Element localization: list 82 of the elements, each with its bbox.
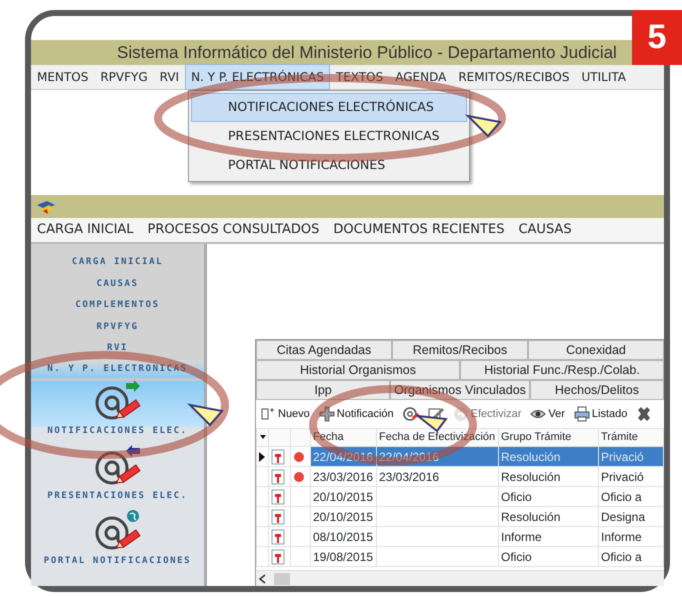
- sidebar-link[interactable]: COMPLEMENTOS: [31, 295, 204, 316]
- table-row[interactable]: 23/03/2016 23/03/2016 Resolución Privació: [256, 466, 664, 486]
- status-dot-icon: [293, 471, 305, 484]
- table-cell: Designa: [598, 506, 664, 526]
- table-cell: Oficio a: [598, 546, 664, 566]
- menu-item[interactable]: REMITOS/RECIBOS: [452, 64, 576, 90]
- plus-icon: [318, 406, 335, 422]
- menu-item[interactable]: RPVFYG: [94, 64, 154, 90]
- table-cell: Oficio: [498, 486, 598, 506]
- table-cell: Privació: [598, 446, 664, 466]
- document-icon: [271, 509, 285, 526]
- column-header[interactable]: Trámite: [598, 428, 664, 446]
- table-row[interactable]: 20/10/2015 Resolución Designa: [256, 506, 664, 526]
- sidebar-app-label: PRESENTACIONES ELEC.: [47, 490, 188, 503]
- delete-icon[interactable]: [636, 406, 652, 422]
- document-icon: [271, 469, 285, 486]
- toolbar-button[interactable]: Notificación: [318, 406, 394, 422]
- sidebar-link[interactable]: RVI: [31, 338, 204, 360]
- arrow-circle-icon: [452, 406, 469, 422]
- document-icon: [271, 549, 285, 566]
- new-document-icon: [260, 406, 276, 422]
- tab[interactable]: Conexidad: [528, 340, 664, 360]
- toolbar-button[interactable]: Nuevo: [260, 406, 310, 422]
- scrollbar-thumb[interactable]: [274, 572, 290, 584]
- table-cell: Informe: [598, 526, 664, 546]
- sidebar-app-label: PORTAL NOTIFICACIONES: [44, 555, 192, 568]
- menu-item[interactable]: PRESENTACIONES ELECTRONICAS: [191, 122, 467, 150]
- table-cell: Oficio a: [598, 486, 664, 506]
- sidebar-link[interactable]: CARGA INICIAL: [31, 252, 204, 274]
- menu-item[interactable]: AGENDA: [389, 64, 452, 90]
- document-icon: [271, 489, 285, 506]
- table-cell: 08/10/2015: [310, 526, 376, 546]
- row-pointer-icon: [259, 452, 265, 462]
- sidebar-link[interactable]: RPVFYG: [31, 316, 204, 338]
- status-dot-icon: [293, 451, 305, 464]
- sidebar-link[interactable]: CAUSAS: [31, 274, 204, 295]
- tab[interactable]: Ipp: [256, 380, 390, 400]
- table-cell: Privació: [598, 466, 664, 486]
- table-cell: Resolución: [498, 506, 598, 526]
- toolbar-button[interactable]: Ver: [530, 406, 565, 422]
- menu-item[interactable]: DOCUMENTOS RECIENTES: [333, 220, 504, 240]
- document-icon: [271, 449, 285, 466]
- table-row[interactable]: 19/08/2015 Oficio Oficio a: [256, 546, 664, 566]
- column-header[interactable]: Grupo Trámite: [498, 428, 598, 446]
- table-row[interactable]: 20/10/2015 Oficio Oficio a: [256, 486, 664, 506]
- menu-item[interactable]: NOTIFICACIONES ELECTRÓNICAS: [191, 93, 467, 122]
- app-logo-icon: [35, 198, 57, 214]
- at-sign-pencil-icon[interactable]: [402, 406, 419, 422]
- table-cell: 22/04/2016: [310, 446, 376, 466]
- menu-item[interactable]: PORTAL NOTIFICACIONES: [191, 150, 467, 180]
- sidebar-app-label: NOTIFICACIONES ELEC.: [47, 425, 188, 438]
- column-header[interactable]: Fecha de Efectivización: [376, 428, 498, 446]
- pointer-cursor-icon: [465, 114, 502, 138]
- sidebar-app-item[interactable]: PRESENTACIONES ELEC.: [31, 446, 204, 510]
- tab[interactable]: Historial Func./Resp./Colab.: [460, 360, 664, 380]
- table-cell: 20/10/2015: [310, 506, 376, 526]
- menu-item[interactable]: CAUSAS: [518, 220, 572, 240]
- table-row[interactable]: 08/10/2015 Informe Informe: [256, 526, 664, 546]
- sidebar-app-item[interactable]: PORTAL NOTIFICACIONES: [31, 510, 204, 576]
- table-cell: Informe: [498, 526, 598, 546]
- menu-item[interactable]: CARGA INICIAL: [37, 220, 134, 240]
- menu-item[interactable]: UTILITA: [575, 64, 632, 90]
- printer-icon: [574, 406, 590, 422]
- table-cell: 19/08/2015: [310, 546, 376, 566]
- toolbar-button[interactable]: Listado: [574, 406, 628, 422]
- pointer-cursor-icon: [414, 414, 448, 432]
- menu-item[interactable]: MENTOS: [31, 64, 94, 90]
- table-cell: Resolución: [498, 446, 598, 466]
- menu-item[interactable]: PROCESOS CONSULTADOS: [148, 220, 320, 240]
- tab[interactable]: Remitos/Recibos: [392, 340, 528, 360]
- column-header[interactable]: Fecha: [310, 428, 376, 446]
- tab[interactable]: Historial Organismos: [256, 360, 460, 380]
- table-cell: 20/10/2015: [310, 486, 376, 506]
- pointer-cursor-icon: [187, 403, 224, 426]
- table-cell: 23/03/2016: [310, 466, 376, 486]
- tab[interactable]: Citas Agendadas: [256, 340, 392, 360]
- menu-item[interactable]: RVI: [154, 64, 186, 90]
- table-cell: 23/03/2016: [376, 466, 498, 486]
- table-cell: Oficio: [498, 546, 598, 566]
- document-icon: [271, 529, 285, 546]
- tab[interactable]: Hechos/Delitos: [530, 380, 664, 400]
- table-cell: Resolución: [498, 466, 598, 486]
